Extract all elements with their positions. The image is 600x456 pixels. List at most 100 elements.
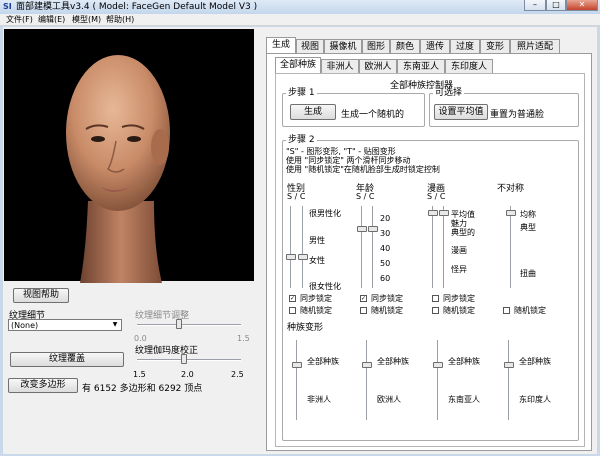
age-random-lock-checkbox[interactable] [360, 307, 367, 314]
asymmetry-label-distorted: 扭曲 [520, 269, 536, 278]
age-label-50: 50 [380, 259, 391, 268]
caricature-random-lock-label: 随机锁定 [443, 306, 475, 315]
race-morph-african-track [296, 340, 298, 420]
gender-label-male: 男性 [309, 236, 325, 245]
age-shape-slider[interactable] [357, 226, 367, 232]
age-sync-lock-checkbox[interactable]: ✓ [360, 295, 367, 302]
asymmetry-random-lock-checkbox[interactable] [503, 307, 510, 314]
race-morph-african-top: 全部种族 [307, 357, 339, 366]
race-morph-east-indian-bottom: 东印度人 [519, 395, 551, 404]
generate-button[interactable]: 生成 [290, 104, 336, 120]
tab-photo-fit[interactable]: 照片适配 [510, 39, 560, 54]
change-polygons-button[interactable]: 改变多边形 [8, 378, 78, 393]
tab-all-races[interactable]: 全部种族 [275, 57, 321, 74]
asymmetry-title: 不对称 [497, 184, 525, 194]
gamma-tick-3: 2.5 [231, 370, 244, 379]
gender-random-lock-checkbox[interactable] [289, 307, 296, 314]
tab-european[interactable]: 欧洲人 [359, 59, 397, 74]
race-morph-european-slider[interactable] [362, 362, 372, 368]
gamma-tick-2: 2.0 [181, 370, 194, 379]
window-title: 面部建模工具v3.4 ( Model: FaceGen Default Mode… [16, 2, 258, 12]
asymmetry-slider[interactable] [506, 210, 516, 216]
caricature-texture-track [443, 206, 445, 288]
polygons-info: 有 6152 多边形和 6292 顶点 [82, 384, 203, 394]
view-help-button[interactable]: 视图帮助 [13, 288, 69, 303]
age-sc: S / C [356, 192, 375, 201]
face-model-render [66, 55, 170, 283]
tab-southeast-asian[interactable]: 东南亚人 [397, 59, 445, 74]
asymmetry-label-symmetric: 均称 [520, 210, 536, 219]
gender-label-very-male: 很男性化 [309, 209, 341, 218]
minimize-button[interactable]: – [524, 0, 546, 11]
menu-file[interactable]: 文件(F) [6, 14, 33, 26]
tab-graphics[interactable]: 图形 [362, 39, 390, 54]
gamma-label: 纹理伽玛度校正 [135, 346, 199, 356]
asymmetry-label-typical: 典型 [520, 223, 536, 232]
age-texture-slider[interactable] [368, 226, 378, 232]
menu-help[interactable]: 帮助(H) [106, 14, 134, 26]
tab-camera[interactable]: 摄像机 [324, 39, 362, 54]
race-morph-african-bottom: 非洲人 [307, 395, 331, 404]
texture-detail-value: (None) [11, 321, 39, 330]
race-morph-east-indian-slider[interactable] [504, 362, 514, 368]
tab-color[interactable]: 颜色 [390, 39, 420, 54]
generate-description: 生成一个随机的 [341, 110, 405, 120]
race-morph-sea-slider[interactable] [433, 362, 443, 368]
chevron-down-icon: ▼ [112, 321, 118, 328]
texture-adjust-tick-min: 0.0 [134, 334, 147, 343]
caricature-sc: S / C [427, 192, 446, 201]
gender-random-lock-label: 随机锁定 [300, 306, 332, 315]
face-viewport[interactable] [4, 29, 254, 283]
tab-african[interactable]: 非洲人 [321, 59, 359, 74]
step2-hint-1: "S" - 图形变形, "T" - 贴图变形 [286, 147, 396, 156]
tab-view[interactable]: 视图 [296, 39, 324, 54]
step1-title: 步骤 1 [286, 88, 317, 98]
race-morph-african-slider[interactable] [292, 362, 302, 368]
race-morph-east-indian-top: 全部种族 [519, 357, 551, 366]
tab-morph[interactable]: 变形 [480, 39, 510, 54]
texture-adjust-track [137, 324, 241, 326]
maximize-button[interactable]: □ [546, 0, 566, 11]
texture-adjust-slider[interactable] [175, 319, 182, 329]
caricature-label-bizarre: 怪异 [451, 265, 467, 274]
caricature-sync-lock-checkbox[interactable] [432, 295, 439, 302]
gender-texture-track [302, 206, 304, 288]
gamma-track [137, 359, 241, 361]
gender-texture-slider[interactable] [298, 254, 308, 260]
age-label-30: 30 [380, 229, 391, 238]
step2-hint-3: 使用 "随机锁定"在随机脸部生成时锁定控制 [286, 165, 440, 174]
race-morph-sea-track [437, 340, 439, 420]
gender-shape-slider[interactable] [286, 254, 296, 260]
race-morph-sea-bottom: 东南亚人 [448, 395, 480, 404]
tab-east-indian[interactable]: 东印度人 [445, 59, 493, 74]
set-average-button[interactable]: 设置平均值 [434, 104, 488, 120]
title-bar: SI 面部建模工具v3.4 ( Model: FaceGen Default M… [0, 0, 600, 14]
age-label-20: 20 [380, 214, 391, 223]
texture-detail-select[interactable]: (None) ▼ [8, 319, 122, 331]
close-button[interactable]: ✕ [566, 0, 598, 11]
caricature-shape-slider[interactable] [428, 210, 438, 216]
menu-model[interactable]: 模型(M) [72, 14, 101, 26]
gender-sync-lock-checkbox[interactable]: ✓ [289, 295, 296, 302]
asymmetry-random-lock-label: 随机锁定 [514, 306, 546, 315]
race-morph-european-bottom: 欧洲人 [377, 395, 401, 404]
tab-transition[interactable]: 过度 [450, 39, 480, 54]
gender-label-female: 女性 [309, 256, 325, 265]
race-morph-european-top: 全部种族 [377, 357, 409, 366]
tab-genetics[interactable]: 遗传 [420, 39, 450, 54]
menu-edit[interactable]: 编辑(E) [38, 14, 65, 26]
optional-title: 可选择 [433, 88, 465, 98]
age-random-lock-label: 随机锁定 [371, 306, 403, 315]
race-morph-title: 种族变形 [287, 323, 324, 333]
race-morph-sea-top: 全部种族 [448, 357, 480, 366]
caricature-random-lock-checkbox[interactable] [432, 307, 439, 314]
texture-overlay-button[interactable]: 纹理覆盖 [10, 352, 124, 367]
tab-generate[interactable]: 生成 [266, 37, 296, 54]
caricature-label-typical: 典型的 [451, 228, 475, 237]
caricature-texture-slider[interactable] [439, 210, 449, 216]
caricature-shape-track [432, 206, 434, 288]
age-sync-lock-label: 同步锁定 [371, 294, 403, 303]
gamma-slider[interactable] [180, 354, 187, 364]
age-label-40: 40 [380, 244, 391, 253]
menu-bar: 文件(F) 编辑(E) 模型(M) 帮助(H) [0, 14, 600, 26]
